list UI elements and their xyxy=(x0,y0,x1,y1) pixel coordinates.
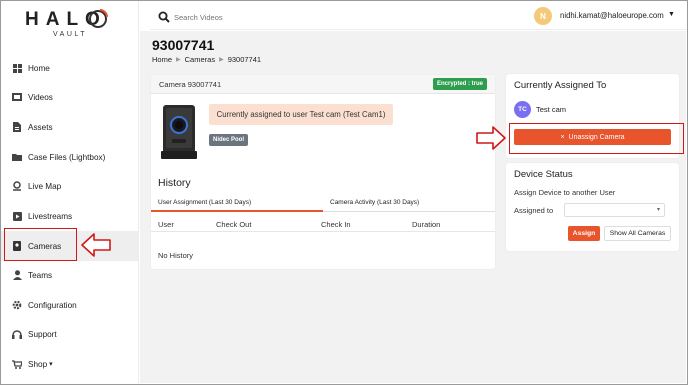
show-all-cameras-button[interactable]: Show All Cameras xyxy=(604,226,671,241)
sidebar-item-teams[interactable]: Teams xyxy=(1,260,139,290)
sidebar-item-shop[interactable]: Shop ▾ xyxy=(1,349,139,379)
chevron-down-icon[interactable]: ▼ xyxy=(668,11,675,18)
sidebar-item-assets[interactable]: Assets xyxy=(1,112,139,142)
logo-subtitle: VAULT xyxy=(53,31,88,38)
video-icon xyxy=(12,211,22,221)
left-arrow-annotation-icon xyxy=(81,233,111,257)
sidebar-item-label: Home xyxy=(28,63,50,73)
device-status-card: Device Status Assign Device to another U… xyxy=(506,163,679,251)
sidebar-item-label: Assets xyxy=(28,122,53,132)
breadcrumb: Home ▶ Cameras ▶ 93007741 xyxy=(152,55,261,64)
gear-icon xyxy=(12,300,22,310)
tab-camera-activity[interactable]: Camera Activity (Last 30 Days) xyxy=(330,199,419,206)
page-title: 93007741 xyxy=(152,37,215,53)
pool-badge: Nidec Pool xyxy=(209,134,249,146)
unassign-highlight-box xyxy=(509,123,684,154)
sidebar-item-label: Teams xyxy=(28,270,53,280)
encrypted-badge: Encrypted : true xyxy=(432,78,487,90)
active-tab-indicator xyxy=(151,210,323,212)
sidebar-item-label: Configuration xyxy=(28,300,77,310)
sidebar-item-case-files[interactable]: Case Files (Lightbox) xyxy=(1,142,139,172)
camera-details-card: Camera 93007741 Encrypted : true Current… xyxy=(151,75,495,269)
folder-icon xyxy=(12,152,22,162)
camera-image xyxy=(158,103,200,161)
logo-ring-icon xyxy=(89,9,108,28)
chevron-down-icon: ▾ xyxy=(656,207,660,213)
search-icon[interactable] xyxy=(158,10,170,23)
chevron-right-icon: ▶ xyxy=(176,57,181,63)
document-icon xyxy=(12,122,22,132)
sidebar-item-label: Livestreams xyxy=(28,211,73,221)
sidebar-item-label: Shop xyxy=(28,359,48,369)
breadcrumb-cameras[interactable]: Cameras xyxy=(185,55,215,64)
sidebar-item-home[interactable]: Home xyxy=(1,53,139,83)
map-pin-icon xyxy=(12,181,22,191)
assigned-message: Currently assigned to user Test cam (Tes… xyxy=(209,104,393,125)
device-status-subtitle: Assign Device to another User xyxy=(514,188,616,197)
sidebar-item-label: Case Files (Lightbox) xyxy=(28,152,106,162)
halo-vault-logo[interactable]: HALO VAULT xyxy=(25,9,115,43)
column-header-user: User xyxy=(158,220,174,229)
sidebar-item-configuration[interactable]: Configuration xyxy=(1,290,139,320)
sidebar-item-label: Support xyxy=(28,329,57,339)
history-title: History xyxy=(158,177,191,189)
cart-icon xyxy=(12,359,22,369)
empty-state-text: No History xyxy=(158,251,194,260)
top-bar: N nidhi.kamat@haloeurope.com ▼ xyxy=(150,4,686,30)
assigned-user-name: Test cam xyxy=(536,105,567,114)
sidebar-item-label: Live Map xyxy=(28,181,62,191)
assigned-to-label: Assigned to xyxy=(514,206,554,215)
film-icon xyxy=(12,92,22,102)
assign-button[interactable]: Assign xyxy=(568,226,600,241)
tab-user-assignment[interactable]: User Assignment (Last 30 Days) xyxy=(158,199,251,206)
history-tabs: User Assignment (Last 30 Days) Camera Ac… xyxy=(151,195,495,212)
history-table-header: User Check Out Check In Duration xyxy=(151,216,495,232)
sidebar-item-livestreams[interactable]: Livestreams xyxy=(1,201,139,231)
user-email[interactable]: nidhi.kamat@haloeurope.com xyxy=(560,11,664,20)
camera-card-title: Camera 93007741 xyxy=(159,80,222,89)
grid-icon xyxy=(12,63,22,73)
right-arrow-annotation-icon xyxy=(476,126,506,150)
column-header-check-out: Check Out xyxy=(216,220,252,229)
user-avatar[interactable]: N xyxy=(534,7,552,25)
headset-icon xyxy=(12,329,22,339)
chevron-down-icon: ▾ xyxy=(49,361,53,368)
assigned-to-select[interactable]: ▾ xyxy=(564,203,665,217)
breadcrumb-current: 93007741 xyxy=(227,55,262,64)
column-header-duration: Duration xyxy=(412,220,441,229)
column-header-check-in: Check In xyxy=(321,220,351,229)
chevron-right-icon: ▶ xyxy=(219,57,224,63)
sidebar-item-label: Videos xyxy=(28,92,53,102)
person-icon xyxy=(12,270,22,280)
card-header: Camera 93007741 Encrypted : true xyxy=(151,75,495,94)
device-status-title: Device Status xyxy=(514,169,573,180)
sidebar-item-live-map[interactable]: Live Map xyxy=(1,171,139,201)
sidebar: HALO VAULT Home Videos Assets Case Files… xyxy=(1,1,139,383)
currently-assigned-title: Currently Assigned To xyxy=(514,80,607,91)
assigned-user-avatar: TC xyxy=(514,101,531,118)
sidebar-item-videos[interactable]: Videos xyxy=(1,82,139,112)
sidebar-item-support[interactable]: Support xyxy=(1,319,139,349)
search-input[interactable] xyxy=(174,10,374,24)
cameras-highlight-box xyxy=(4,228,77,261)
breadcrumb-home[interactable]: Home xyxy=(152,55,172,64)
